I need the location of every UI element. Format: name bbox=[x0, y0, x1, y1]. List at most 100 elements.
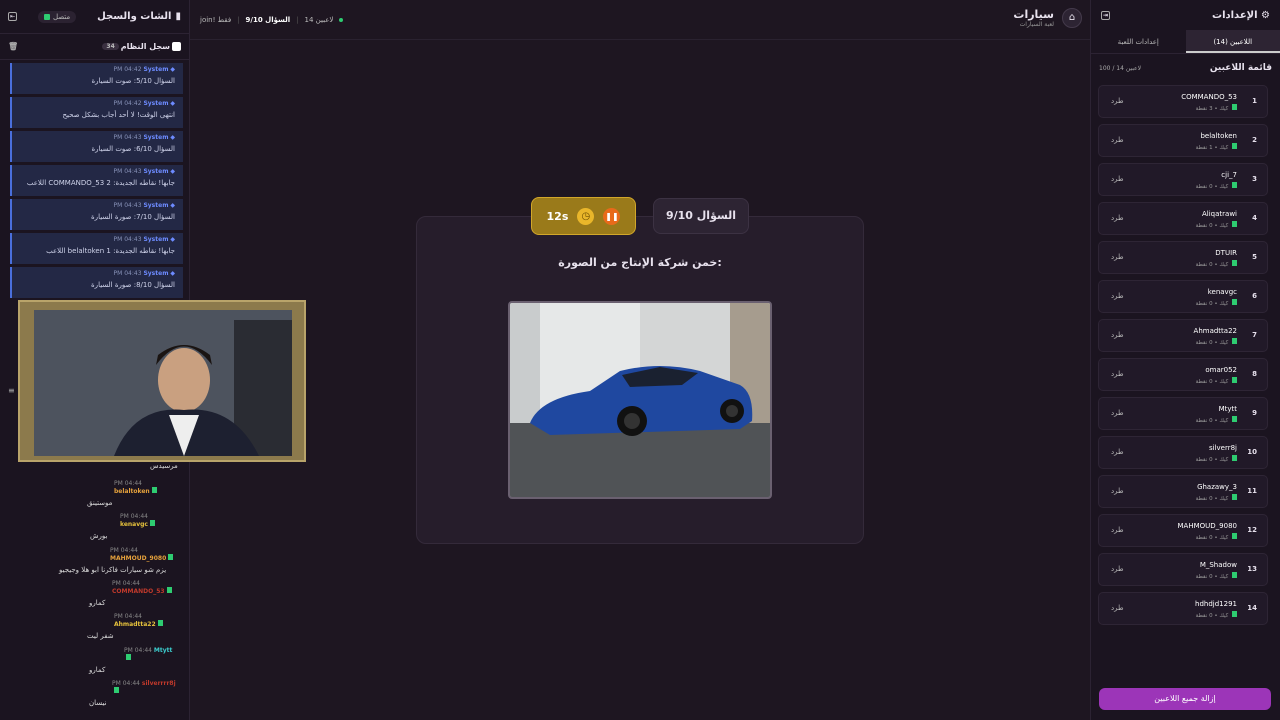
message-user[interactable]: Ahmadtta22 bbox=[114, 621, 156, 628]
kick-button[interactable]: طرد bbox=[1111, 409, 1124, 417]
trash-icon[interactable]: 🗑 bbox=[8, 42, 18, 51]
player-score: كيك • 0 نقطة bbox=[1195, 574, 1229, 580]
system-icon: ◆ bbox=[170, 202, 175, 209]
tab-players[interactable]: اللاعبين (14) bbox=[1185, 30, 1280, 53]
question-progress: السؤال 9/10 bbox=[245, 16, 291, 24]
menu-icon[interactable]: ≡ bbox=[8, 386, 15, 395]
system-log-header[interactable]: 🗑 34 سجل النظام bbox=[0, 34, 189, 60]
kick-button[interactable]: طرد bbox=[1111, 448, 1124, 456]
settings-header: ⇥ الإعدادات ⚙ bbox=[1091, 0, 1280, 30]
player-name: kenavgc bbox=[1207, 288, 1237, 296]
message-text: السؤال 6/10: صوت السيارة bbox=[91, 145, 175, 153]
kick-icon bbox=[166, 586, 172, 593]
player-info: كيك • 0 نقطة bbox=[1196, 260, 1237, 268]
partial-message: مرسيدس bbox=[150, 462, 178, 470]
player-row: طرد DTUIR كيك • 0 نقطة 5 bbox=[1098, 241, 1268, 274]
player-row: طرد Mtytt كيك • 0 نقطة 9 bbox=[1098, 397, 1268, 430]
message-text: كمارو bbox=[89, 665, 106, 674]
player-rank: 14 bbox=[1247, 604, 1257, 612]
message-meta: PM 04:44 COMMANDO_53 bbox=[52, 580, 176, 595]
message-user[interactable]: kenavgc bbox=[120, 521, 148, 528]
tab-game-settings[interactable]: إعدادات اللعبة bbox=[1091, 30, 1186, 53]
home-button[interactable]: ⌂ bbox=[1062, 8, 1082, 28]
player-rank: 9 bbox=[1252, 409, 1257, 417]
kick-icon bbox=[157, 620, 163, 627]
collapse-panel-icon[interactable]: ⇤ bbox=[8, 12, 17, 21]
chat-message: PM 04:44 belaltoken موستينق bbox=[0, 480, 190, 507]
message-meta: PM 04:43 System ◆ bbox=[20, 202, 175, 209]
player-info: كيك • 3 نقطة bbox=[1196, 104, 1237, 112]
chat-message: PM 04:44 COMMANDO_53 كمارو bbox=[0, 580, 190, 607]
kick-icon bbox=[149, 520, 155, 527]
kick-button[interactable]: طرد bbox=[1111, 253, 1124, 261]
kick-button[interactable]: طرد bbox=[1111, 565, 1124, 573]
timer-value: 12s bbox=[546, 209, 569, 223]
player-info: كيك • 0 نقطة bbox=[1196, 338, 1237, 346]
message-text: اللاعب belaltoken جابها! نقاطه الجديدة: … bbox=[46, 247, 175, 255]
player-score: كيك • 0 نقطة bbox=[1195, 496, 1229, 502]
kick-button[interactable]: طرد bbox=[1111, 214, 1124, 222]
pause-button[interactable]: ❚❚ bbox=[603, 207, 621, 225]
player-count: 14 لاعبين bbox=[304, 16, 334, 24]
message-sender: System bbox=[143, 202, 169, 209]
kick-button[interactable]: طرد bbox=[1111, 136, 1124, 144]
kick-button[interactable]: طرد bbox=[1111, 487, 1124, 495]
message-user[interactable]: silverrrr8j bbox=[142, 680, 176, 687]
message-user[interactable]: belaltoken bbox=[114, 488, 150, 495]
message-user[interactable]: Mtytt bbox=[154, 647, 173, 654]
kick-button[interactable]: طرد bbox=[1111, 175, 1124, 183]
message-text: اللاعب COMMANDO_53 جابها! نقاطه الجديدة:… bbox=[26, 179, 175, 187]
kick-icon bbox=[1232, 611, 1237, 617]
player-name: M_Shadow bbox=[1199, 561, 1237, 569]
player-rank: 8 bbox=[1252, 370, 1257, 378]
message-user[interactable]: COMMANDO_53 bbox=[112, 588, 165, 595]
player-row: طرد hdhdjd1291 كيك • 0 نقطة 14 bbox=[1098, 592, 1268, 625]
message-user[interactable]: MAHMOUD_9080 bbox=[110, 555, 166, 562]
player-score: كيك • 0 نقطة bbox=[1195, 223, 1229, 229]
kick-icon bbox=[151, 487, 157, 493]
player-info: كيك • 0 نقطة bbox=[1196, 611, 1237, 619]
player-rank: 1 bbox=[1252, 97, 1257, 105]
question-badge: السؤال 9/10 bbox=[653, 198, 749, 234]
game-title: سيارات bbox=[1013, 8, 1054, 21]
settings-title: الإعدادات bbox=[1212, 9, 1258, 21]
kick-button[interactable]: طرد bbox=[1111, 97, 1124, 105]
player-row: طرد omar052 كيك • 0 نقطة 8 bbox=[1098, 358, 1268, 391]
home-icon: ⌂ bbox=[1068, 12, 1076, 23]
message-sender: System bbox=[143, 270, 169, 277]
game-subtitle: لعبة السيارات bbox=[1019, 21, 1054, 28]
collapse-panel-icon[interactable]: ⇥ bbox=[1101, 10, 1110, 20]
player-rank: 12 bbox=[1247, 526, 1257, 534]
kick-icon bbox=[1232, 104, 1237, 110]
message-text: نيسان bbox=[89, 698, 107, 707]
game-mode: join! فقط bbox=[200, 16, 232, 24]
kick-button[interactable]: طرد bbox=[1111, 331, 1124, 339]
kick-icon bbox=[168, 553, 174, 560]
question-text: خمن شركة الإنتاج من الصورة: bbox=[558, 256, 722, 269]
kick-icon bbox=[1232, 143, 1237, 149]
message-sender: System bbox=[143, 236, 169, 243]
kick-button[interactable]: طرد bbox=[1111, 370, 1124, 378]
player-row: طرد Aliqatrawi كيك • 0 نقطة 4 bbox=[1098, 202, 1268, 235]
kick-icon bbox=[114, 686, 119, 693]
player-row: طرد belaltoken كيك • 1 نقطة 2 bbox=[1098, 124, 1268, 157]
car-picture bbox=[510, 303, 770, 497]
kick-button[interactable]: طرد bbox=[1111, 604, 1124, 612]
player-name: cji_7 bbox=[1221, 171, 1237, 179]
clock-icon: ◷ bbox=[577, 207, 595, 225]
player-row: طرد Ghazawy_3 كيك • 0 نقطة 11 bbox=[1098, 475, 1268, 508]
player-list-count: 100 / 14 لاعبين bbox=[1099, 64, 1142, 72]
player-name: COMMANDO_53 bbox=[1181, 93, 1237, 101]
kick-button[interactable]: طرد bbox=[1111, 292, 1124, 300]
player-info: كيك • 0 نقطة bbox=[1196, 221, 1237, 229]
player-rank: 5 bbox=[1252, 253, 1257, 261]
gear-icon: ⚙ bbox=[1261, 9, 1270, 21]
chat-message: PM 04:44 silverrrr8j نيسان bbox=[0, 680, 190, 707]
remove-all-players-button[interactable]: إزالة جميع اللاعبين bbox=[1099, 688, 1271, 710]
system-message: PM 04:43 System ◆ اللاعب belaltoken جابها… bbox=[10, 233, 183, 264]
chat-message: PM 04:44 kenavgc بورش bbox=[0, 513, 190, 540]
player-rank: 13 bbox=[1247, 565, 1257, 573]
system-icon: ◆ bbox=[170, 270, 175, 277]
kick-button[interactable]: طرد bbox=[1111, 526, 1124, 534]
player-list-title: قائمة اللاعبين bbox=[1209, 63, 1272, 73]
